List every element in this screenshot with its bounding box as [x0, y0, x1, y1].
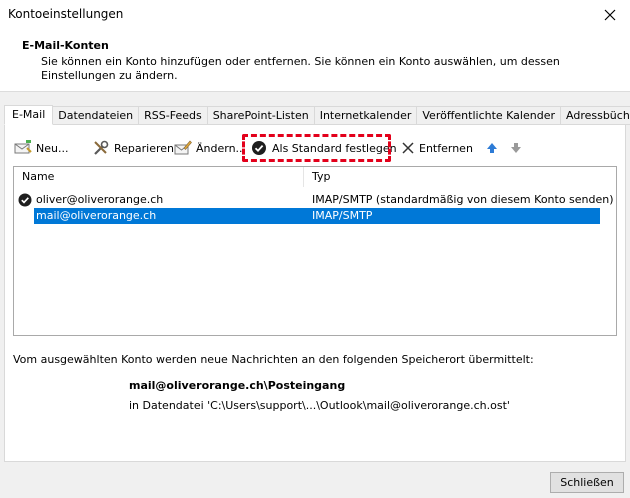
remove-button-label: Entfernen: [419, 141, 473, 155]
header-title: E-Mail-Konten: [22, 39, 109, 52]
new-button-label: Neu...: [36, 141, 69, 155]
default-check-icon: [250, 139, 268, 157]
window-title: Kontoeinstellungen: [8, 7, 124, 21]
email-tab-panel: Neu... Reparieren... Ändern... Als Stand…: [4, 124, 626, 462]
title-bar: Kontoeinstellungen: [0, 0, 630, 30]
arrow-up-icon: [483, 139, 501, 157]
tab-email[interactable]: E-Mail: [4, 105, 54, 125]
new-button[interactable]: Neu...: [14, 137, 68, 159]
close-dialog-button[interactable]: Schließen: [550, 472, 624, 493]
close-icon: [604, 9, 616, 21]
tab-sharepoint-lists[interactable]: SharePoint-Listen: [207, 106, 315, 125]
data-file-path: in Datendatei 'C:\Users\support\...\Outl…: [129, 399, 510, 412]
change-button-label: Ändern...: [196, 141, 247, 155]
arrow-down-icon: [507, 139, 525, 157]
change-icon: [174, 139, 192, 157]
set-default-button[interactable]: Als Standard festlegen: [250, 137, 397, 159]
toolbar: Neu... Reparieren... Ändern... Als Stand…: [14, 134, 614, 162]
accounts-list: Name Typ oliver@oliverorange.ch IMAP/SMT…: [13, 166, 617, 336]
header-description: Sie können ein Konto hinzufügen oder ent…: [41, 55, 560, 82]
repair-icon: [92, 139, 110, 157]
tab-published-calendars[interactable]: Veröffentlichte Kalender: [417, 106, 561, 125]
list-header: Name Typ: [14, 167, 616, 187]
change-button[interactable]: Ändern...: [174, 137, 246, 159]
row-account-type: IMAP/SMTP: [312, 209, 373, 222]
tab-rss-feeds[interactable]: RSS-Feeds: [139, 106, 208, 125]
row-account-name: oliver@oliverorange.ch: [36, 193, 164, 206]
move-down-button[interactable]: [507, 137, 529, 159]
remove-button[interactable]: Entfernen: [401, 137, 473, 159]
remove-x-icon: [401, 139, 415, 157]
column-header-type[interactable]: Typ: [306, 167, 331, 187]
set-default-button-label: Als Standard festlegen: [272, 141, 397, 155]
table-row[interactable]: oliver@oliverorange.ch IMAP/SMTP (standa…: [14, 192, 616, 208]
delivery-location: mail@oliverorange.ch\Posteingang: [129, 379, 346, 392]
row-account-type: IMAP/SMTP (standardmäßig von diesem Kont…: [312, 193, 614, 206]
tab-internet-calendars[interactable]: Internetkalender: [314, 106, 418, 125]
tab-bar: E-Mail Datendateien RSS-Feeds SharePoint…: [4, 105, 630, 125]
move-up-button[interactable]: [483, 137, 505, 159]
tab-data-files[interactable]: Datendateien: [53, 106, 140, 125]
delivery-info-text: Vom ausgewählten Konto werden neue Nachr…: [13, 353, 534, 366]
column-header-name[interactable]: Name: [14, 167, 304, 187]
close-button[interactable]: [590, 0, 630, 30]
table-row[interactable]: mail@oliverorange.ch IMAP/SMTP: [14, 208, 616, 224]
default-account-check-icon: [18, 193, 32, 207]
new-account-icon: [14, 139, 32, 157]
dialog-header: E-Mail-Konten Sie können ein Konto hinzu…: [0, 30, 630, 92]
repair-button[interactable]: Reparieren...: [92, 137, 185, 159]
tab-address-books[interactable]: Adressbücher: [561, 106, 630, 125]
row-account-name: mail@oliverorange.ch: [36, 209, 157, 222]
